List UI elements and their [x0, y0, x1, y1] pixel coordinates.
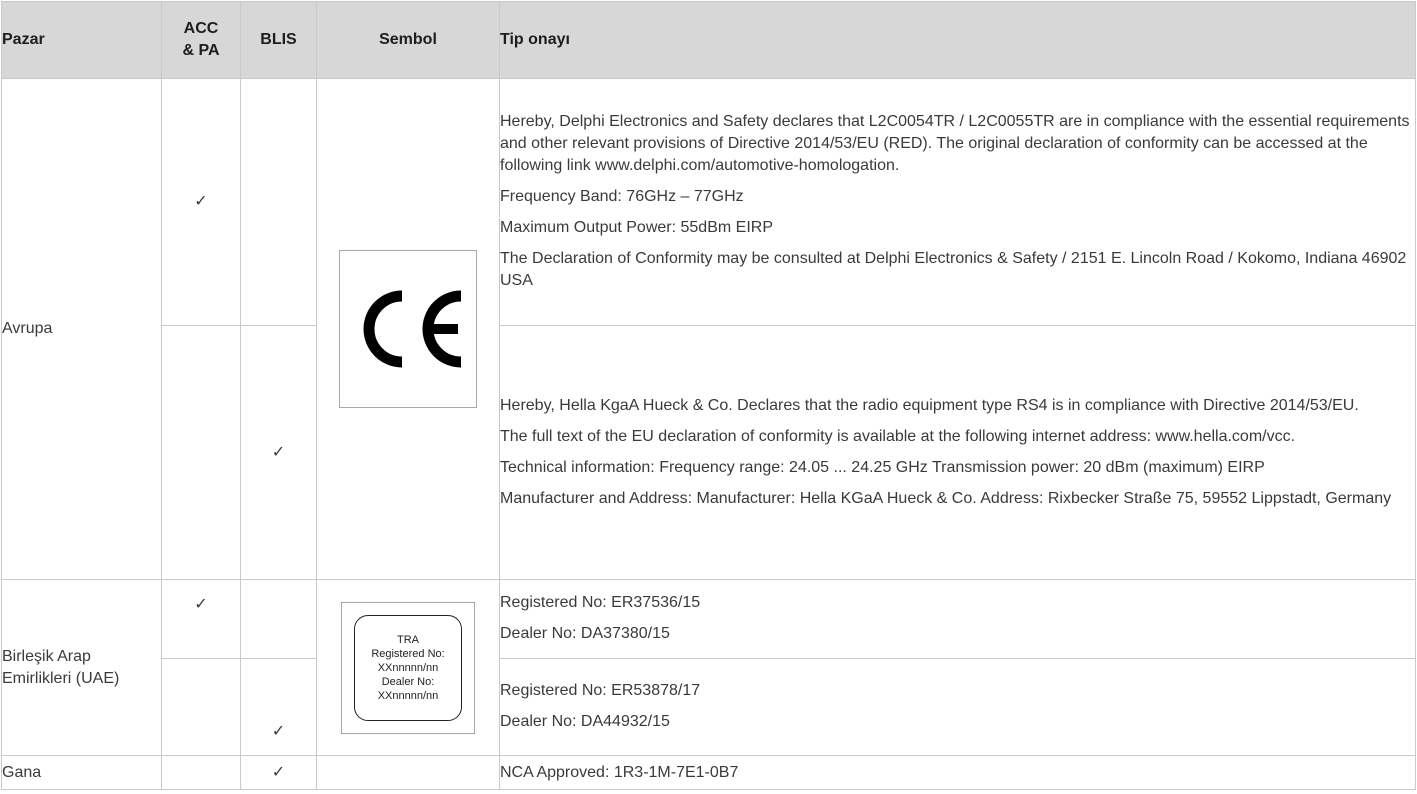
market-ghana: Gana: [1, 755, 162, 790]
europe-acc-paragraph: Hereby, Delphi Electronics and Safety de…: [500, 113, 1410, 174]
tra-label-line: XXnnnnn/nn: [377, 689, 439, 702]
market-uae: Birleşik Arap Emirlikleri (UAE): [1, 579, 162, 756]
header-row: Pazar ACC & PA BLIS Sembol Tip onayı: [1, 1, 1416, 79]
header-market: Pazar: [1, 1, 162, 79]
europe-acc-paragraph: Maximum Output Power: 55dBm EIRP: [500, 219, 773, 236]
table-row-europe-blis: ✓ Hereby, Hella KgaA Hueck & Co. Declare…: [2, 325, 1416, 580]
europe-acc-approval: Hereby, Delphi Electronics and Safety de…: [499, 78, 1416, 326]
uae-acc-blis-empty: [240, 579, 317, 659]
europe-blis-paragraph: Technical information: Frequency range: …: [500, 458, 1265, 476]
header-acc-pa: ACC & PA: [161, 1, 241, 79]
europe-symbol-cell: [316, 78, 500, 580]
europe-blis-check: ✓: [240, 325, 317, 580]
uae-blis-approval: Registered No: ER53878/17 Dealer No: DA4…: [499, 658, 1416, 756]
uae-symbol-cell: TRA Registered No: XXnnnnn/nn Dealer No:…: [316, 579, 500, 756]
europe-acc-check: ✓: [161, 78, 241, 326]
homologation-table: Pazar ACC & PA BLIS Sembol Tip onayı Avru…: [1, 1, 1416, 790]
ghana-symbol-empty: [316, 755, 500, 790]
table-row-uae-blis: ✓ Registered No: ER53878/17 Dealer No: D…: [2, 658, 1416, 756]
europe-blis-paragraph: Hereby, Hella KgaA Hueck & Co. Declares …: [500, 396, 1359, 414]
uae-acc-check: ✓: [161, 579, 241, 659]
uae-acc-approval: Registered No: ER37536/15 Dealer No: DA3…: [499, 579, 1416, 659]
europe-blis-paragraph: Manufacturer and Address: Manufacturer: …: [500, 489, 1392, 507]
europe-blis-approval: Hereby, Hella KgaA Hueck & Co. Declares …: [499, 325, 1416, 580]
europe-acc-blis-empty: [240, 78, 317, 326]
tra-label-line: XXnnnnn/nn: [377, 661, 439, 674]
uae-blis-paragraph: Registered No: ER53878/17: [500, 682, 701, 699]
tra-label-line: Registered No:: [371, 647, 445, 660]
ce-letter-e-bar: [432, 324, 458, 334]
tra-label-line: TRA: [397, 633, 419, 646]
uae-blis-check: ✓: [240, 658, 317, 756]
table-row-ghana: Gana ✓ NCA Approved: 1R3-1M-7E1-0B7: [1, 755, 1416, 790]
header-acc-line1: ACC: [183, 20, 219, 37]
table-row-europe-acc: Avrupa ✓ Hereby, Delphi Electronics and …: [1, 78, 1416, 580]
europe-blis-paragraph: The full text of the EU declaration of c…: [500, 427, 1296, 445]
europe-acc-paragraph: The Declaration of Conformity may be con…: [500, 250, 1407, 289]
ghana-approval: NCA Approved: 1R3-1M-7E1-0B7: [499, 755, 1416, 790]
ce-mark-svg: [363, 290, 462, 368]
header-symbol: Sembol: [316, 1, 500, 79]
tra-label-line: Dealer No:: [381, 675, 435, 688]
europe-blis-acc-empty: [161, 325, 241, 580]
header-approval: Tip onayı: [499, 1, 1416, 79]
europe-acc-paragraph: Frequency Band: 76GHz – 77GHz: [500, 188, 744, 205]
tra-label-frame: TRA Registered No: XXnnnnn/nn Dealer No:…: [354, 614, 462, 721]
header-acc-line2: & PA: [182, 42, 220, 59]
uae-blis-paragraph: Dealer No: DA44932/15: [500, 713, 670, 730]
ghana-blis-check: ✓: [240, 755, 317, 790]
market-europe: Avrupa: [1, 78, 162, 580]
tra-label-icon: TRA Registered No: XXnnnnn/nn Dealer No:…: [341, 601, 475, 734]
ce-letter-c: [363, 290, 403, 368]
uae-blis-acc-empty: [161, 658, 241, 756]
header-blis: BLIS: [240, 1, 317, 79]
uae-acc-paragraph: Registered No: ER37536/15: [500, 594, 701, 611]
uae-acc-paragraph: Dealer No: DA37380/15: [500, 625, 670, 642]
ghana-acc-empty: [161, 755, 241, 790]
table-row-uae-acc: Birleşik Arap Emirlikleri (UAE) ✓ TRA Re…: [1, 579, 1416, 756]
ce-mark-icon: [339, 250, 477, 408]
